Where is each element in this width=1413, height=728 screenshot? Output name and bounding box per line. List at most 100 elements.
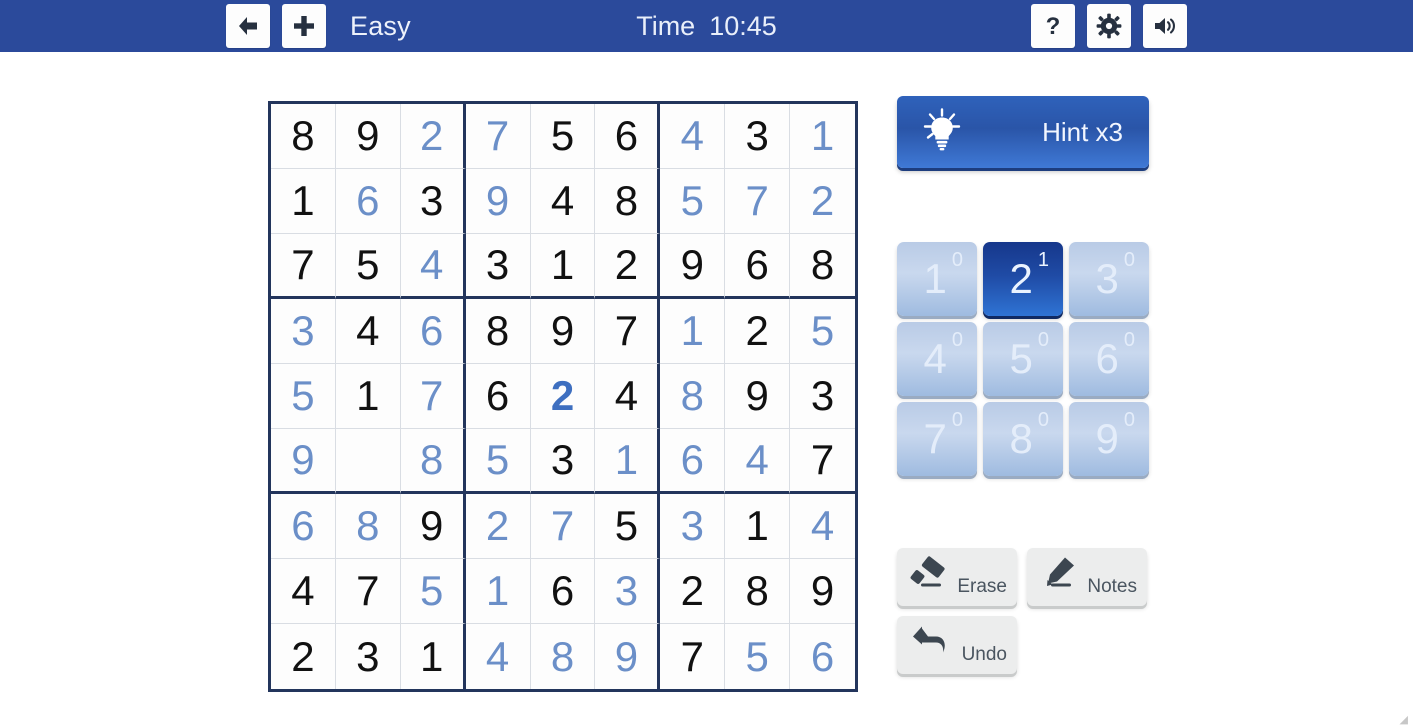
sudoku-cell-r1c6[interactable]: 6 — [595, 104, 661, 169]
sudoku-cell-r8c5[interactable]: 6 — [530, 559, 596, 624]
sudoku-cell-r8c3[interactable]: 5 — [400, 559, 466, 624]
sudoku-cell-r7c9[interactable]: 4 — [790, 494, 855, 559]
sudoku-cell-r4c5[interactable]: 9 — [530, 299, 596, 364]
number-key-5[interactable]: 50 — [983, 322, 1063, 396]
number-key-9[interactable]: 90 — [1069, 402, 1149, 476]
sudoku-cell-r5c3[interactable]: 7 — [400, 364, 466, 429]
sudoku-cell-r9c2[interactable]: 3 — [336, 624, 401, 689]
sudoku-cell-r8c2[interactable]: 7 — [335, 559, 401, 624]
sudoku-cell-r7c8[interactable]: 1 — [725, 494, 791, 559]
sudoku-cell-r3c5[interactable]: 1 — [530, 234, 596, 299]
sudoku-cell-r8c4[interactable]: 1 — [465, 559, 531, 624]
sudoku-cell-r5c6[interactable]: 4 — [595, 364, 661, 429]
sudoku-cell-r7c3[interactable]: 9 — [400, 494, 466, 559]
number-pad[interactable]: 102130 405060 708090 — [897, 242, 1149, 476]
sudoku-cell-r3c8[interactable]: 6 — [725, 234, 791, 299]
sudoku-cell-r9c9[interactable]: 6 — [790, 624, 855, 689]
sudoku-cell-r5c1[interactable]: 5 — [271, 364, 336, 429]
sudoku-cell-r4c2[interactable]: 4 — [335, 299, 401, 364]
sudoku-cell-r1c4[interactable]: 7 — [465, 104, 531, 169]
sudoku-cell-r6c3[interactable]: 8 — [400, 429, 466, 494]
sudoku-cell-r6c2[interactable] — [335, 429, 401, 494]
sudoku-cell-r1c7[interactable]: 4 — [660, 104, 726, 169]
sudoku-cell-r7c5[interactable]: 7 — [530, 494, 596, 559]
sudoku-cell-r1c3[interactable]: 2 — [400, 104, 466, 169]
sudoku-cell-r1c2[interactable]: 9 — [335, 104, 401, 169]
sudoku-cell-r9c7[interactable]: 7 — [660, 624, 726, 689]
sudoku-cell-r4c9[interactable]: 5 — [790, 299, 855, 364]
sudoku-cell-r3c9[interactable]: 8 — [790, 234, 855, 299]
sudoku-cell-r2c5[interactable]: 4 — [530, 169, 596, 234]
hint-button[interactable]: Hint x3 — [897, 96, 1149, 168]
sudoku-cell-r7c7[interactable]: 3 — [660, 494, 726, 559]
sudoku-cell-r5c7[interactable]: 8 — [660, 364, 726, 429]
sudoku-cell-r2c9[interactable]: 2 — [790, 169, 855, 234]
number-key-4[interactable]: 40 — [897, 322, 977, 396]
erase-button[interactable]: Erase — [897, 548, 1017, 606]
sudoku-cell-r6c9[interactable]: 7 — [790, 429, 855, 494]
sudoku-cell-r5c4[interactable]: 6 — [465, 364, 531, 429]
sudoku-cell-r4c4[interactable]: 8 — [465, 299, 531, 364]
sudoku-cell-r9c6[interactable]: 9 — [595, 624, 661, 689]
sudoku-cell-r1c9[interactable]: 1 — [790, 104, 855, 169]
sudoku-cell-r2c6[interactable]: 8 — [595, 169, 661, 234]
sudoku-cell-r5c5[interactable]: 2 — [530, 364, 596, 429]
sudoku-cell-r8c1[interactable]: 4 — [271, 559, 336, 624]
sudoku-cell-r9c8[interactable]: 5 — [725, 624, 791, 689]
sudoku-cell-r6c5[interactable]: 3 — [530, 429, 596, 494]
sudoku-cell-r1c5[interactable]: 5 — [530, 104, 596, 169]
notes-button[interactable]: Notes — [1027, 548, 1147, 606]
sudoku-cell-r9c1[interactable]: 2 — [271, 624, 336, 689]
number-key-8[interactable]: 80 — [983, 402, 1063, 476]
sudoku-cell-r6c6[interactable]: 1 — [595, 429, 661, 494]
sudoku-cell-r3c2[interactable]: 5 — [335, 234, 401, 299]
sudoku-cell-r7c4[interactable]: 2 — [465, 494, 531, 559]
sudoku-board[interactable]: 8927564311639485727543129683468971255176… — [268, 101, 858, 692]
sudoku-cell-r8c7[interactable]: 2 — [660, 559, 726, 624]
sudoku-cell-r6c8[interactable]: 4 — [725, 429, 791, 494]
sudoku-cell-r4c1[interactable]: 3 — [271, 299, 336, 364]
sudoku-cell-r8c6[interactable]: 3 — [595, 559, 661, 624]
number-key-6[interactable]: 60 — [1069, 322, 1149, 396]
sudoku-cell-r6c4[interactable]: 5 — [465, 429, 531, 494]
sound-button[interactable] — [1143, 4, 1187, 48]
sudoku-cell-r3c1[interactable]: 7 — [271, 234, 336, 299]
sudoku-cell-r9c5[interactable]: 8 — [531, 624, 596, 689]
undo-button[interactable]: Undo — [897, 616, 1017, 674]
settings-button[interactable] — [1087, 4, 1131, 48]
sudoku-cell-r2c4[interactable]: 9 — [465, 169, 531, 234]
sudoku-cell-r3c7[interactable]: 9 — [660, 234, 726, 299]
sudoku-cell-r8c9[interactable]: 9 — [790, 559, 855, 624]
sudoku-cell-r2c8[interactable]: 7 — [725, 169, 791, 234]
sudoku-cell-r3c3[interactable]: 4 — [400, 234, 466, 299]
number-key-7[interactable]: 70 — [897, 402, 977, 476]
sudoku-cell-r6c1[interactable]: 9 — [271, 429, 336, 494]
number-key-1[interactable]: 10 — [897, 242, 977, 316]
sudoku-cell-r7c6[interactable]: 5 — [595, 494, 661, 559]
number-key-3[interactable]: 30 — [1069, 242, 1149, 316]
sudoku-cell-r5c2[interactable]: 1 — [335, 364, 401, 429]
sudoku-cell-r7c2[interactable]: 8 — [335, 494, 401, 559]
sudoku-cell-r4c7[interactable]: 1 — [660, 299, 726, 364]
help-button[interactable]: ? — [1031, 4, 1075, 48]
back-button[interactable] — [226, 4, 270, 48]
sudoku-cell-r2c3[interactable]: 3 — [400, 169, 466, 234]
sudoku-cell-r4c8[interactable]: 2 — [725, 299, 791, 364]
sudoku-cell-r3c4[interactable]: 3 — [465, 234, 531, 299]
sudoku-cell-r1c1[interactable]: 8 — [271, 104, 336, 169]
sudoku-cell-r1c8[interactable]: 3 — [725, 104, 791, 169]
sudoku-cell-r4c3[interactable]: 6 — [400, 299, 466, 364]
sudoku-cell-r3c6[interactable]: 2 — [595, 234, 661, 299]
number-key-2[interactable]: 21 — [983, 242, 1063, 316]
new-game-button[interactable] — [282, 4, 326, 48]
sudoku-cell-r5c9[interactable]: 3 — [790, 364, 855, 429]
sudoku-cell-r6c7[interactable]: 6 — [660, 429, 726, 494]
sudoku-cell-r5c8[interactable]: 9 — [725, 364, 791, 429]
sudoku-cell-r2c2[interactable]: 6 — [335, 169, 401, 234]
sudoku-cell-r4c6[interactable]: 7 — [595, 299, 661, 364]
sudoku-cell-r7c1[interactable]: 6 — [271, 494, 336, 559]
sudoku-cell-r9c4[interactable]: 4 — [466, 624, 531, 689]
sudoku-cell-r2c7[interactable]: 5 — [660, 169, 726, 234]
sudoku-cell-r8c8[interactable]: 8 — [725, 559, 791, 624]
sudoku-cell-r9c3[interactable]: 1 — [401, 624, 466, 689]
